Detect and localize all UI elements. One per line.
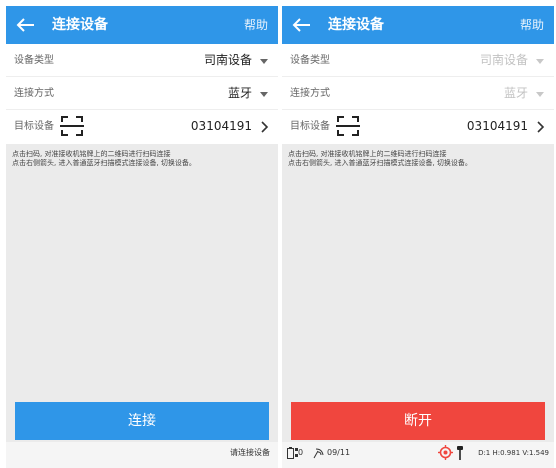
- gnss-status-bar: 0 09/11 D:1 H:0.981 V:1.549: [282, 442, 554, 468]
- app-header: 连接设备 帮助: [6, 6, 278, 44]
- connect-button[interactable]: 连接: [15, 402, 269, 440]
- connection-hint: 点击扫码, 对准接收机铭牌上的二维码进行扫码连接 点击右侧箭头, 进入普通蓝牙扫…: [288, 150, 548, 168]
- connect-status-text: 请连接设备: [230, 448, 270, 457]
- qr-scan-icon[interactable]: [336, 115, 360, 137]
- qr-scan-icon[interactable]: [60, 115, 84, 137]
- page-title: 连接设备: [52, 17, 108, 33]
- connection-method-row[interactable]: 连接方式 蓝牙: [6, 77, 278, 110]
- satellite-count: 0: [298, 448, 304, 457]
- target-device-value[interactable]: 03104191: [191, 110, 252, 143]
- connection-method-row: 连接方式 蓝牙: [282, 77, 554, 110]
- battery-icon: [287, 447, 294, 459]
- diff-signal-icon: [313, 448, 324, 459]
- device-type-value[interactable]: 司南设备: [204, 44, 252, 77]
- hint-line: 点击扫码, 对准接收机铭牌上的二维码进行扫码连接: [288, 150, 447, 158]
- connection-method-label: 连接方式: [290, 88, 330, 99]
- hint-line: 点击扫码, 对准接收机铭牌上的二维码进行扫码连接: [12, 150, 171, 158]
- target-device-label: 目标设备: [290, 121, 330, 132]
- gps-target-icon: [438, 445, 453, 460]
- target-device-row[interactable]: 目标设备 03104191: [282, 110, 554, 144]
- hint-line: 点击右侧箭头, 进入普通蓝牙扫描模式连接设备, 切换设备。: [12, 159, 196, 167]
- target-device-value[interactable]: 03104191: [467, 110, 528, 143]
- left-screen: 连接设备 帮助 设备类型 司南设备 连接方式 蓝牙 目标设备 03104191: [6, 0, 278, 468]
- device-type-label: 设备类型: [14, 55, 54, 66]
- connection-method-value: 蓝牙: [503, 86, 528, 100]
- device-type-row[interactable]: 设备类型 司南设备: [6, 44, 278, 77]
- help-button[interactable]: 帮助: [244, 6, 268, 44]
- chevron-right-icon[interactable]: [259, 120, 269, 134]
- settings-list: 设备类型 司南设备 连接方式 蓝牙 目标设备 03104191: [282, 44, 554, 144]
- dropdown-caret-icon[interactable]: [260, 92, 268, 97]
- back-arrow-icon[interactable]: [12, 11, 40, 39]
- connection-method-value[interactable]: 蓝牙: [228, 77, 252, 110]
- connection-method-label: 连接方式: [14, 88, 54, 99]
- app-header: 连接设备 帮助: [282, 6, 554, 44]
- chevron-right-icon[interactable]: [535, 120, 545, 134]
- hint-line: 点击右侧箭头, 进入普通蓝牙扫描模式连接设备, 切换设备。: [288, 159, 472, 167]
- device-type-row: 设备类型 司南设备: [282, 44, 554, 77]
- device-type-value: 司南设备: [479, 53, 528, 67]
- target-device-label: 目标设备: [14, 121, 54, 132]
- dropdown-caret-icon: [536, 59, 544, 64]
- page-title: 连接设备: [328, 17, 384, 33]
- antenna-icon: [457, 446, 463, 460]
- footer-bar: 请连接设备: [6, 442, 278, 468]
- back-arrow-icon[interactable]: [288, 11, 316, 39]
- connection-hint: 点击扫码, 对准接收机铭牌上的二维码进行扫码连接 点击右侧箭头, 进入普通蓝牙扫…: [12, 150, 272, 168]
- device-type-label: 设备类型: [290, 55, 330, 66]
- dropdown-caret-icon[interactable]: [260, 59, 268, 64]
- right-screen: 连接设备 帮助 设备类型 司南设备 连接方式 蓝牙 目标设备 03104191: [282, 0, 554, 468]
- disconnect-button[interactable]: 断开: [291, 402, 545, 440]
- help-button[interactable]: 帮助: [520, 6, 544, 44]
- settings-list: 设备类型 司南设备 连接方式 蓝牙 目标设备 03104191: [6, 44, 278, 144]
- target-device-row[interactable]: 目标设备 03104191: [6, 110, 278, 144]
- dropdown-caret-icon: [536, 92, 544, 97]
- diff-age: 09/11: [327, 448, 351, 457]
- coords-readout: D:1 H:0.981 V:1.549: [478, 449, 549, 457]
